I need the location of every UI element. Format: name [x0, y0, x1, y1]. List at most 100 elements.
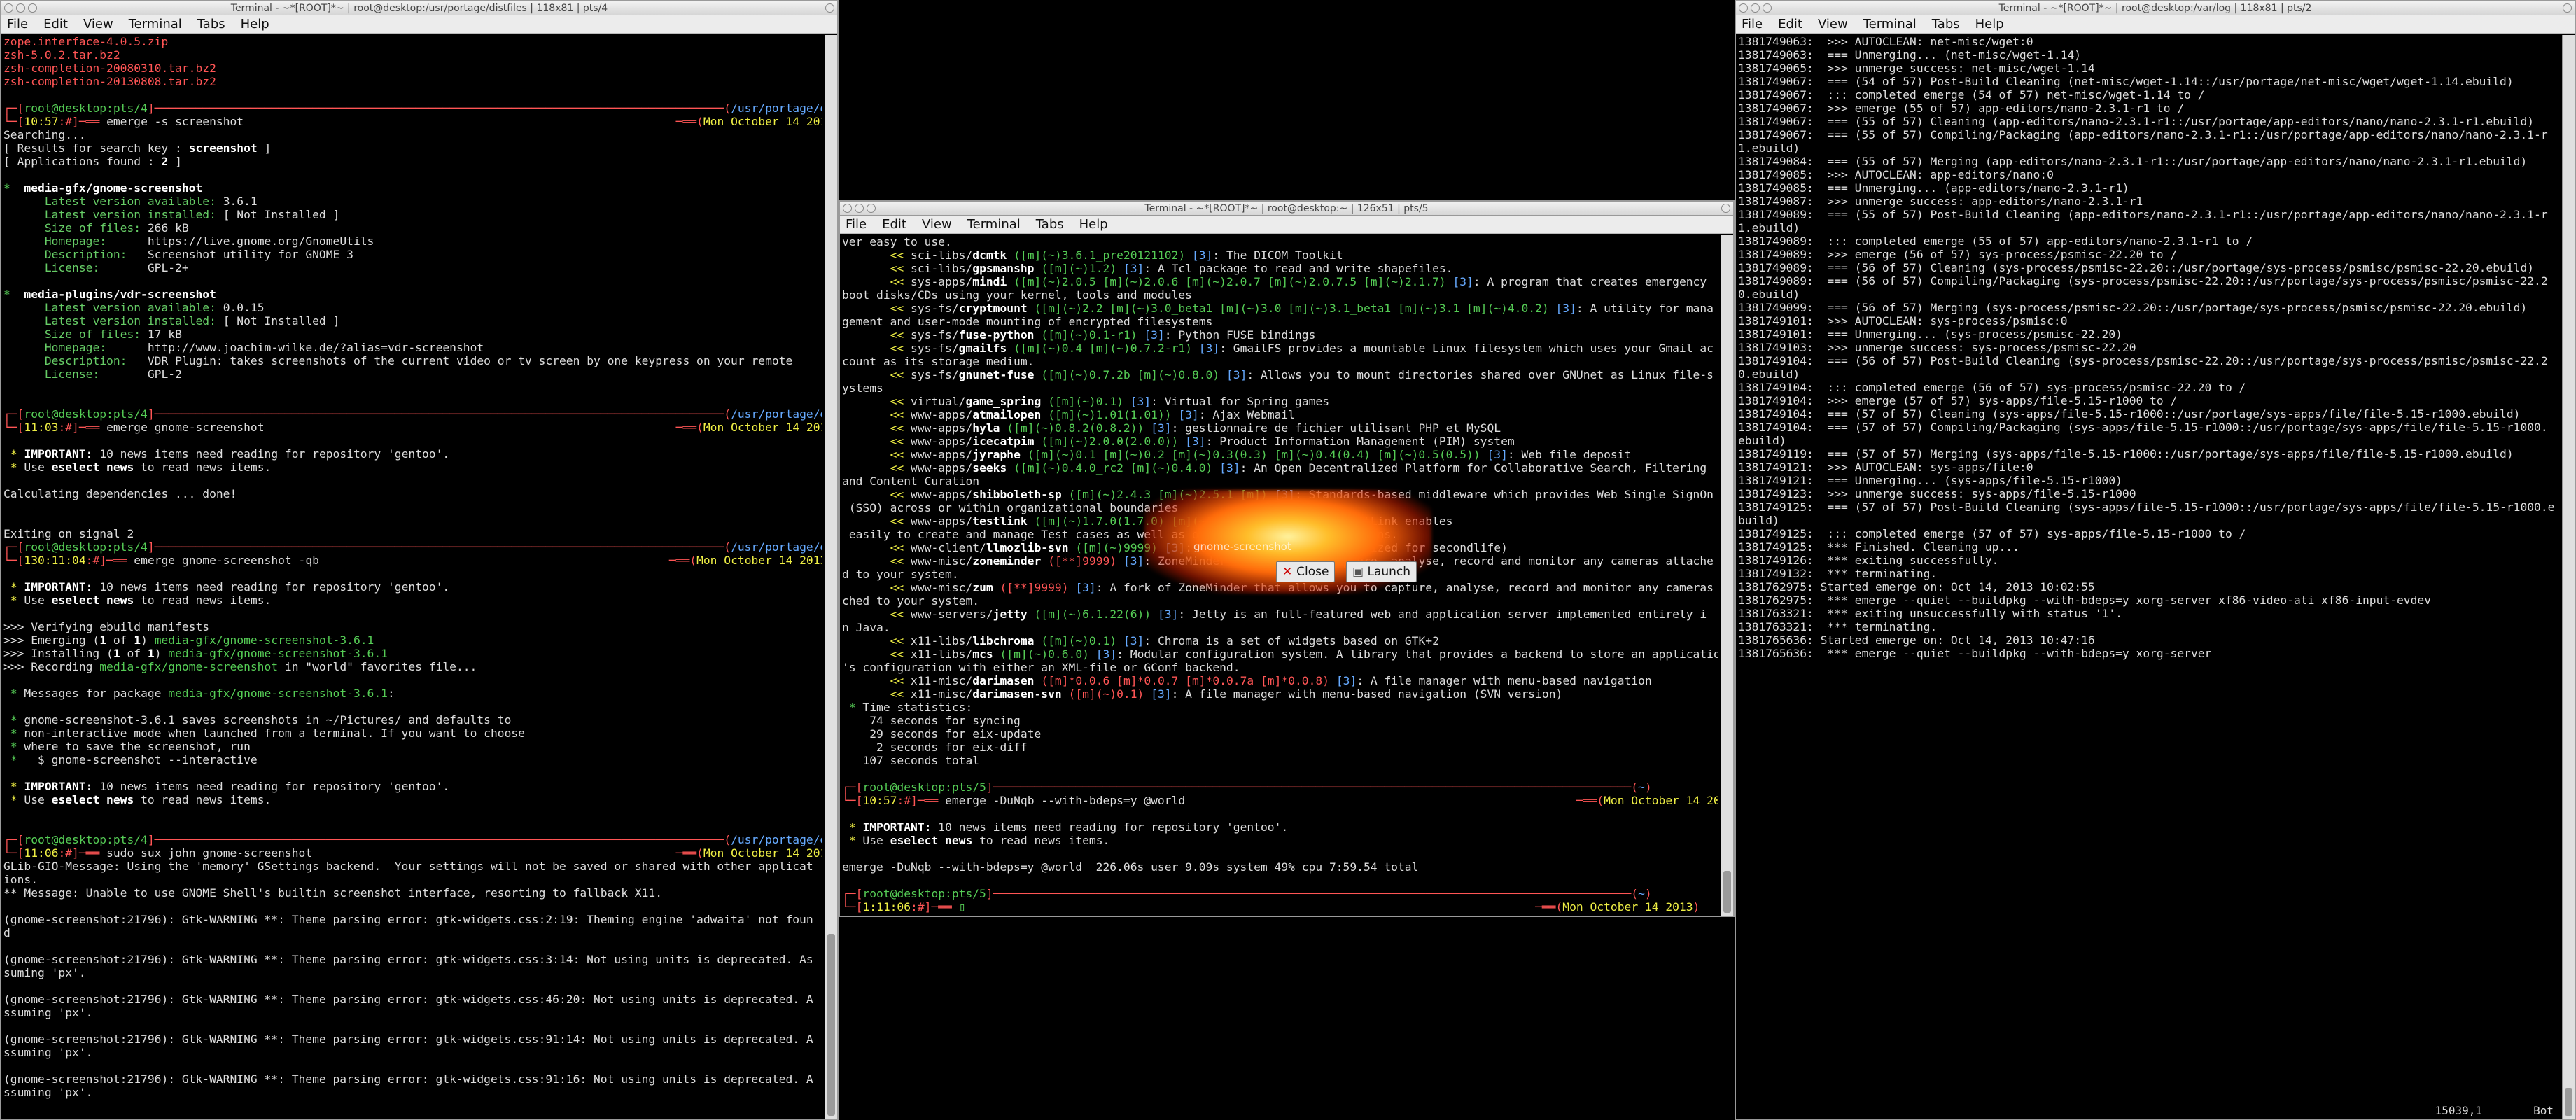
close-button[interactable]: ✕ Close	[1276, 561, 1336, 582]
terminal-line: << sys-fs/fuse-python ([m](~)0.1-r1) [3]…	[890, 328, 1316, 342]
menu-file[interactable]: File	[7, 17, 28, 31]
terminal-line: 1381749125: *** Finished. Cleaning up...	[1738, 540, 2019, 554]
terminal-line: ┌─[root@desktop:pts/4]──────────────────…	[4, 833, 822, 846]
status-scroll: Bot	[2533, 1104, 2554, 1117]
menu-file[interactable]: File	[1742, 17, 1763, 31]
terminal-output[interactable]: zope.interface-4.0.5.zip zsh-5.0.2.tar.bz…	[1, 35, 822, 1119]
terminal-output[interactable]: 1381749063: >>> AUTOCLEAN: net-misc/wget…	[1736, 35, 2559, 1102]
screenshot-dialog[interactable]: gnome-screenshot ✕ Close ▣ Launch	[1144, 490, 1432, 594]
close-icon[interactable]	[825, 4, 834, 13]
window-titlebar[interactable]: Terminal - ~*[ROOT]*~ | root@desktop:/us…	[1, 1, 837, 15]
terminal-line: << sci-libs/gpsmanshp ([m](~)1.2) [3]: A…	[890, 262, 1453, 275]
shade-icon[interactable]	[28, 4, 37, 13]
terminal-line: 1381749126: *** exiting successfully.	[1738, 554, 1999, 567]
menu-terminal[interactable]: Terminal	[967, 217, 1021, 232]
scrollbar[interactable]	[825, 35, 837, 1119]
terminal-line: Homepage: http://www.joachim-wilke.de/?a…	[44, 341, 484, 354]
terminal-line: 1381749104: === (56 of 57) Post-Build Cl…	[1738, 354, 2548, 368]
maximize-icon[interactable]	[16, 4, 25, 13]
terminal-line: 1381765636: *** emerge --quiet --buildpk…	[1738, 647, 2212, 660]
terminal-window-right[interactable]: Terminal - ~*[ROOT]*~ | root@desktop:/va…	[1735, 0, 2576, 1120]
window-titlebar[interactable]: Terminal - ~*[ROOT]*~ | root@desktop:/va…	[1736, 1, 2575, 15]
menu-help[interactable]: Help	[1975, 17, 2004, 31]
terminal-line: 1381749125: === (57 of 57) Post-Build Cl…	[1738, 500, 2555, 514]
shade-icon[interactable]	[867, 204, 876, 213]
menu-terminal[interactable]: Terminal	[129, 17, 182, 31]
terminal-line: 1381749089: === (56 of 57) Compiling/Pac…	[1738, 274, 2548, 288]
terminal-line: n Java.	[842, 621, 890, 634]
terminal-line: * non-interactive mode when launched fro…	[10, 727, 525, 740]
terminal-line: 1381749067: ::: completed emerge (54 of …	[1738, 88, 2205, 102]
menu-edit[interactable]: Edit	[43, 17, 68, 31]
terminal-line: [ Results for search key : screenshot ]	[4, 141, 272, 155]
scrollbar-thumb[interactable]	[2565, 1088, 2572, 1116]
launch-button[interactable]: ▣ Launch	[1346, 561, 1418, 582]
terminal-line: >>> Emerging (1 of 1) media-gfx/gnome-sc…	[4, 634, 374, 647]
menu-tabs[interactable]: Tabs	[1932, 17, 1960, 31]
menu-help[interactable]: Help	[241, 17, 270, 31]
terminal-line: 1381749085: >>> AUTOCLEAN: app-editors/n…	[1738, 168, 2054, 181]
terminal-line: Exiting on signal 2	[4, 527, 134, 540]
terminal-line: * media-plugins/vdr-screenshot	[4, 288, 216, 301]
terminal-line: Latest version installed: [ Not Installe…	[44, 314, 340, 328]
scrollbar[interactable]	[1721, 235, 1733, 916]
minimize-icon[interactable]	[843, 204, 852, 213]
terminal-line: 1381749067: === (55 of 57) Compiling/Pac…	[1738, 128, 2548, 141]
window-title: Terminal - ~*[ROOT]*~ | root@desktop:/va…	[1998, 3, 2312, 14]
menu-edit[interactable]: Edit	[1778, 17, 1802, 31]
scrollbar-thumb[interactable]	[827, 934, 835, 1116]
terminal-line: License: GPL-2	[44, 368, 182, 381]
terminal-line: gement and user-mode mounting of encrypt…	[842, 315, 1213, 328]
terminal-line: 1381763321: *** terminating.	[1738, 620, 1938, 634]
terminal-line: 1381765636: Started emerge on: Oct 14, 2…	[1738, 634, 2095, 647]
terminal-line: << x11-libs/libchroma ([m](~)0.1) [3]: C…	[890, 634, 1439, 648]
terminal-line: 1381749119: === (57 of 57) Merging (sys-…	[1738, 447, 2514, 461]
terminal-line: * media-gfx/gnome-screenshot	[4, 181, 203, 195]
terminal-line: ssuming 'px'.	[4, 1046, 93, 1059]
menu-help[interactable]: Help	[1079, 217, 1108, 232]
terminal-line: * Messages for package media-gfx/gnome-s…	[10, 687, 395, 700]
terminal-line: ┌─[root@desktop:pts/4]──────────────────…	[4, 102, 822, 115]
maximize-icon[interactable]	[855, 204, 864, 213]
maximize-icon[interactable]	[1751, 4, 1760, 13]
scrollbar-thumb[interactable]	[1723, 871, 1731, 913]
terminal-line: 1381749067: === (55 of 57) Cleaning (app…	[1738, 115, 2535, 128]
terminal-line: 1381763321: *** exiting unsuccessfully w…	[1738, 607, 2122, 620]
menu-terminal[interactable]: Terminal	[1863, 17, 1917, 31]
terminal-line: 29 seconds for eix-update	[842, 727, 1042, 741]
minimize-icon[interactable]	[1739, 4, 1748, 13]
close-icon[interactable]	[2563, 4, 2572, 13]
terminal-line: >>> Verifying ebuild manifests	[4, 620, 210, 634]
menu-view[interactable]: View	[83, 17, 113, 31]
terminal-line: 1381749104: === (57 of 57) Cleaning (sys…	[1738, 407, 2521, 421]
terminal-line: (gnome-screenshot:21796): Gtk-WARNING **…	[4, 913, 813, 926]
terminal-line: << x11-libs/mcs ([m](~)0.6.0) [3]: Modul…	[890, 648, 1718, 661]
dialog-title: gnome-screenshot	[1194, 540, 1292, 553]
terminal-line: ystems	[842, 382, 883, 395]
scrollbar[interactable]	[2562, 35, 2575, 1119]
menu-view[interactable]: View	[1818, 17, 1848, 31]
window-titlebar[interactable]: Terminal - ~*[ROOT]*~ | root@desktop:~ |…	[840, 202, 1733, 216]
window-title: Terminal - ~*[ROOT]*~ | root@desktop:~ |…	[1144, 203, 1429, 214]
terminal-line: * Use eselect news to read news items.	[10, 461, 272, 474]
menu-tabs[interactable]: Tabs	[1036, 217, 1064, 232]
terminal-line: 1381749063: >>> AUTOCLEAN: net-misc/wget…	[1738, 35, 2033, 48]
terminal-line: 1381749121: === Unmerging... (sys-apps/f…	[1738, 474, 2122, 487]
launch-icon: ▣	[1352, 565, 1368, 579]
terminal-line: 1.ebuild)	[1738, 141, 1800, 155]
terminal-line: 1381749067: === (54 of 57) Post-Build Cl…	[1738, 75, 2514, 88]
minimize-icon[interactable]	[4, 4, 13, 13]
terminal-window-left[interactable]: Terminal - ~*[ROOT]*~ | root@desktop:/us…	[0, 0, 839, 1120]
close-icon[interactable]	[1721, 204, 1730, 213]
shade-icon[interactable]	[1763, 4, 1772, 13]
menu-edit[interactable]: Edit	[882, 217, 906, 232]
menu-tabs[interactable]: Tabs	[197, 17, 225, 31]
close-x-icon: ✕	[1282, 565, 1297, 579]
terminal-line: 107 seconds total	[842, 754, 980, 767]
terminal-line: * IMPORTANT: 10 news items need reading …	[848, 820, 1289, 834]
menu-file[interactable]: File	[846, 217, 867, 232]
menu-view[interactable]: View	[922, 217, 952, 232]
